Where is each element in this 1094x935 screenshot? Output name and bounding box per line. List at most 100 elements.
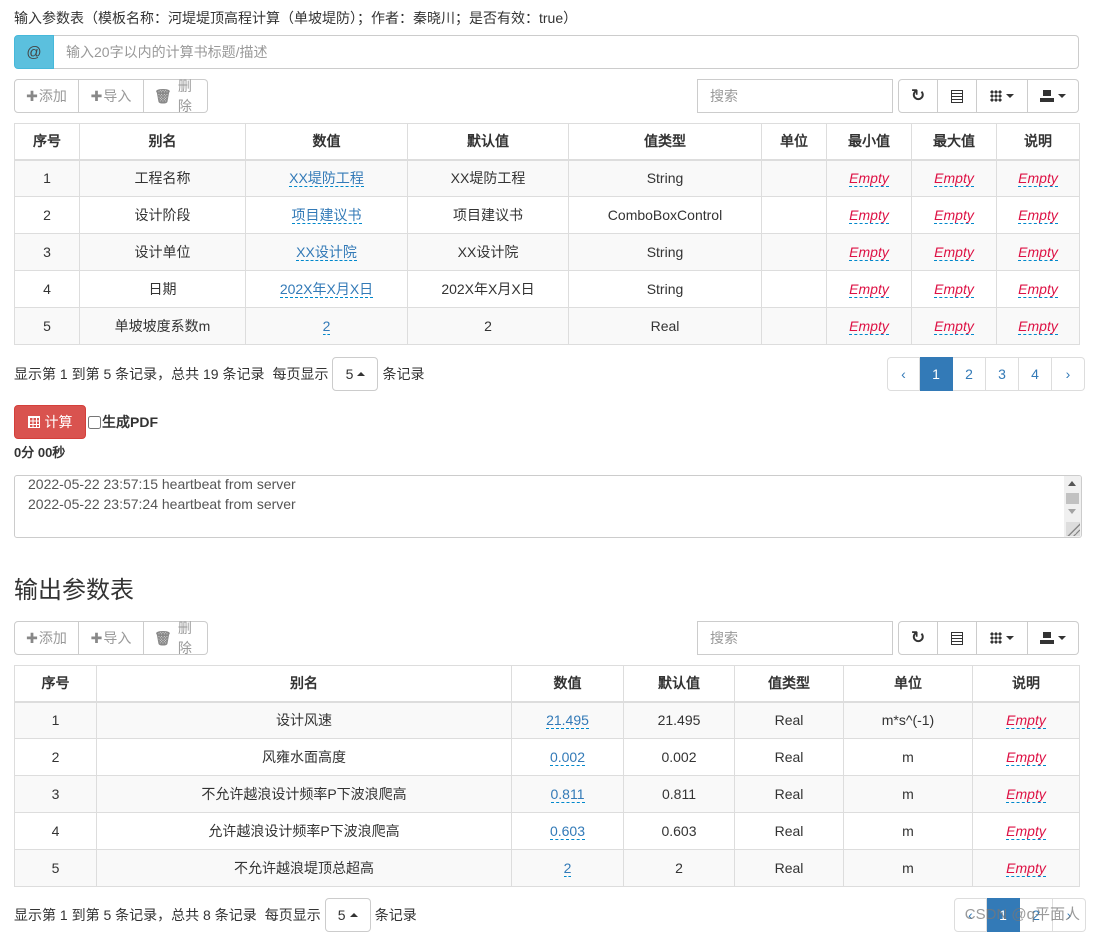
editable-desc[interactable]: Empty [1006,860,1046,877]
editable-max[interactable]: Empty [934,281,974,298]
editable-max[interactable]: Empty [934,318,974,335]
page-4[interactable]: 4 [1019,357,1052,391]
editable-max[interactable]: Empty [934,170,974,188]
page-prev[interactable]: ‹ [954,898,987,932]
col-header-alias[interactable]: 别名 [96,665,512,703]
editable-min[interactable]: Empty [849,318,889,335]
col-header-min[interactable]: 最小值 [826,123,912,161]
editable-value[interactable]: 0.603 [549,823,586,840]
refresh-icon: ↻ [910,628,926,647]
calculate-button[interactable]: 计算 [14,405,86,439]
col-header-alias[interactable]: 别名 [79,123,246,161]
scroll-thumb[interactable] [1066,493,1079,504]
editable-desc[interactable]: Empty [1018,207,1058,224]
cell-max: Empty [911,233,997,271]
col-header-type[interactable]: 值类型 [734,665,844,703]
add-label: 添加 [38,88,67,104]
editable-value[interactable]: 0.002 [549,749,586,766]
col-header-unit[interactable]: 单位 [843,665,973,703]
editable-min[interactable]: Empty [849,207,889,224]
import-button[interactable]: ✚ 导入 [79,79,144,113]
col-header-default[interactable]: 默认值 [407,123,569,161]
cell-min: Empty [826,307,912,345]
per-page-prefix: 每页显示 [272,366,329,382]
col-header-value[interactable]: 数值 [245,123,408,161]
editable-value[interactable]: 项目建议书 [291,207,362,224]
title-input[interactable] [54,35,1079,69]
scroll-down-arrow-icon[interactable] [1068,509,1076,514]
page-next[interactable]: › [1053,898,1086,932]
page-2[interactable]: 2 [953,357,986,391]
page-1[interactable]: 1 [920,357,953,391]
generate-pdf-option[interactable]: 生成PDF [88,412,158,432]
add-button[interactable]: ✚ 添加 [14,79,79,113]
col-header-default[interactable]: 默认值 [623,665,735,703]
toggle-view-button[interactable] [938,79,977,113]
add-button[interactable]: ✚ 添加 [14,621,79,655]
export-button[interactable] [1028,79,1079,113]
delete-button[interactable]: 🗑 删除 [144,78,208,114]
editable-desc[interactable]: Empty [1006,786,1046,803]
editable-value[interactable]: XX堤防工程 [289,170,364,188]
output-search-input[interactable] [697,621,893,655]
columns-button[interactable] [977,621,1028,655]
refresh-button[interactable]: ↻ [898,621,938,655]
editable-desc[interactable]: Empty [1006,749,1046,766]
editable-desc[interactable]: Empty [1018,244,1058,261]
editable-desc[interactable]: Empty [1018,318,1058,335]
editable-max[interactable]: Empty [934,207,974,224]
log-textarea[interactable]: 2022-05-22 23:57:15 heartbeat from serve… [14,475,1082,538]
cell-alias: 设计阶段 [79,196,246,234]
page-1[interactable]: 1 [987,898,1020,932]
editable-value[interactable]: 202X年X月X日 [279,281,374,298]
import-button[interactable]: ✚ 导入 [79,621,144,655]
cell-alias: 单坡坡度系数m [79,307,246,345]
cell-desc: Empty [972,775,1080,813]
editable-value[interactable]: XX设计院 [296,244,357,261]
editable-value[interactable]: 0.811 [550,786,585,803]
col-header-type[interactable]: 值类型 [568,123,762,161]
editable-desc[interactable]: Empty [1018,281,1058,298]
cell-desc: Empty [996,159,1080,197]
editable-min[interactable]: Empty [849,244,889,261]
resize-handle-icon[interactable] [1066,522,1080,536]
col-header-desc[interactable]: 说明 [996,123,1080,161]
cell-no: 4 [14,812,97,850]
cell-min: Empty [826,159,912,197]
editable-desc[interactable]: Empty [1006,712,1046,730]
editable-min[interactable]: Empty [849,281,889,298]
refresh-button[interactable]: ↻ [898,79,938,113]
page-size-dropdown[interactable]: 5 [332,357,379,391]
page-prev[interactable]: ‹ [887,357,920,391]
col-header-desc[interactable]: 说明 [972,665,1080,703]
delete-button[interactable]: 🗑 删除 [144,620,208,656]
editable-max[interactable]: Empty [934,244,974,261]
page-2[interactable]: 2 [1020,898,1053,932]
editable-desc[interactable]: Empty [1006,823,1046,840]
page-next[interactable]: › [1052,357,1085,391]
search-input[interactable] [697,79,893,113]
page-size-dropdown[interactable]: 5 [324,898,371,932]
generate-pdf-checkbox[interactable] [88,415,101,429]
import-label: 导入 [103,88,132,104]
toggle-view-button[interactable] [938,621,977,655]
scroll-up-arrow-icon[interactable] [1068,481,1076,486]
editable-desc[interactable]: Empty [1018,170,1058,188]
col-header-max[interactable]: 最大值 [911,123,997,161]
editable-value[interactable]: 2 [322,318,331,335]
output-section-title: 输出参数表 [14,577,134,604]
editable-value[interactable]: 2 [563,860,572,877]
col-header-no[interactable]: 序号 [14,665,97,703]
page-3[interactable]: 3 [986,357,1019,391]
cell-type: Real [734,775,844,813]
table-row: 4 允许越浪设计频率P下波浪爬高 0.603 0.603 Real m Empt… [14,812,1080,850]
col-header-value[interactable]: 数值 [511,665,624,703]
col-header-unit[interactable]: 单位 [761,123,827,161]
cell-unit: m [843,849,973,887]
columns-button[interactable] [977,79,1028,113]
editable-min[interactable]: Empty [849,170,889,188]
col-header-no[interactable]: 序号 [14,123,80,161]
export-button[interactable] [1028,621,1079,655]
cell-no: 5 [14,307,80,345]
editable-value[interactable]: 21.495 [546,712,589,730]
